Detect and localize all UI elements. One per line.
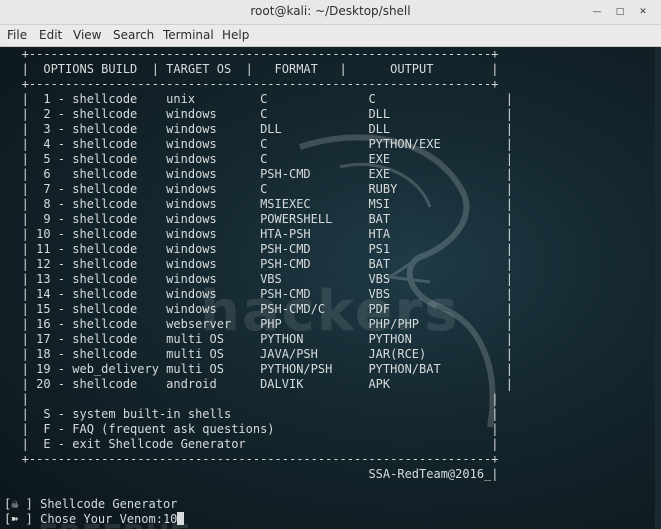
table-row: | 11 - shellcode windows PSH-CMD PS1 | <box>0 242 513 256</box>
table-row: | 5 - shellcode windows C EXE | <box>0 152 513 166</box>
window-titlebar: root@kali: ~/Desktop/shell — □ ✕ <box>0 0 661 25</box>
table-blank-row: | | <box>0 392 499 406</box>
table-border-bottom: +---------------------------------------… <box>0 452 499 466</box>
terminal-area[interactable]: hackers FREEBUF +-----------------------… <box>0 47 661 529</box>
option-faq: | F - FAQ (frequent ask questions) | <box>0 422 499 436</box>
table-border-mid: +---------------------------------------… <box>0 77 499 91</box>
menu-terminal[interactable]: Terminal <box>163 28 214 42</box>
menu-search[interactable]: Search <box>113 28 154 42</box>
close-button[interactable]: ✕ <box>636 5 650 19</box>
menu-file[interactable]: File <box>7 28 27 42</box>
table-row: | 7 - shellcode windows C RUBY | <box>0 182 513 196</box>
table-row: | 13 - shellcode windows VBS VBS | <box>0 272 513 286</box>
menu-help[interactable]: Help <box>222 28 249 42</box>
terminal-scrollbar[interactable] <box>655 47 661 529</box>
table-row: | 15 - shellcode windows PSH-CMD/C PDF | <box>0 302 513 316</box>
minimize-button[interactable]: — <box>590 5 604 19</box>
signature: SSA-RedTeam@2016_| <box>0 467 499 481</box>
prompt-venom-line[interactable]: [➽ ] Chose Your Venom:10 <box>4 512 185 527</box>
table-row: | 10 - shellcode windows HTA-PSH HTA | <box>0 227 513 241</box>
table-row: | 17 - shellcode multi OS PYTHON PYTHON … <box>0 332 513 346</box>
table-border-top: +---------------------------------------… <box>0 47 499 61</box>
prompt-input[interactable]: 10 <box>163 512 177 526</box>
table-row: | 18 - shellcode multi OS JAVA/PSH JAR(R… <box>0 347 513 361</box>
prompt-label: [➽ ] Chose Your Venom: <box>4 512 163 526</box>
option-system-shells: | S - system built-in shells | <box>0 407 499 421</box>
table-row: | 3 - shellcode windows DLL DLL | <box>0 122 513 136</box>
maximize-button[interactable]: □ <box>613 5 627 19</box>
table-row: | 1 - shellcode unix C C | <box>0 92 513 106</box>
menu-edit[interactable]: Edit <box>39 28 62 42</box>
window-title: root@kali: ~/Desktop/shell <box>250 4 411 18</box>
table-row: | 14 - shellcode windows PSH-CMD VBS | <box>0 287 513 301</box>
table-row: | 12 - shellcode windows PSH-CMD BAT | <box>0 257 513 271</box>
prompt-generator-line: [☠ ] Shellcode Generator <box>4 497 178 511</box>
table-header: | OPTIONS BUILD | TARGET OS | FORMAT | O… <box>0 62 499 76</box>
table-row: | 16 - shellcode webserver PHP PHP/PHP | <box>0 317 513 331</box>
table-row: | 4 - shellcode windows C PYTHON/EXE | <box>0 137 513 151</box>
table-row: | 9 - shellcode windows POWERSHELL BAT | <box>0 212 513 226</box>
table-row: | 8 - shellcode windows MSIEXEC MSI | <box>0 197 513 211</box>
table-row: | 2 - shellcode windows C DLL | <box>0 107 513 121</box>
text-cursor <box>177 512 185 525</box>
menu-bar: File Edit View Search Terminal Help <box>0 25 661 47</box>
table-row: | 19 - web_delivery multi OS PYTHON/PSH … <box>0 362 513 376</box>
table-row: | 20 - shellcode android DALVIK APK | <box>0 377 513 391</box>
option-exit: | E - exit Shellcode Generator | <box>0 437 499 451</box>
table-row: | 6 shellcode windows PSH-CMD EXE | <box>0 167 513 181</box>
menu-view[interactable]: View <box>73 28 101 42</box>
